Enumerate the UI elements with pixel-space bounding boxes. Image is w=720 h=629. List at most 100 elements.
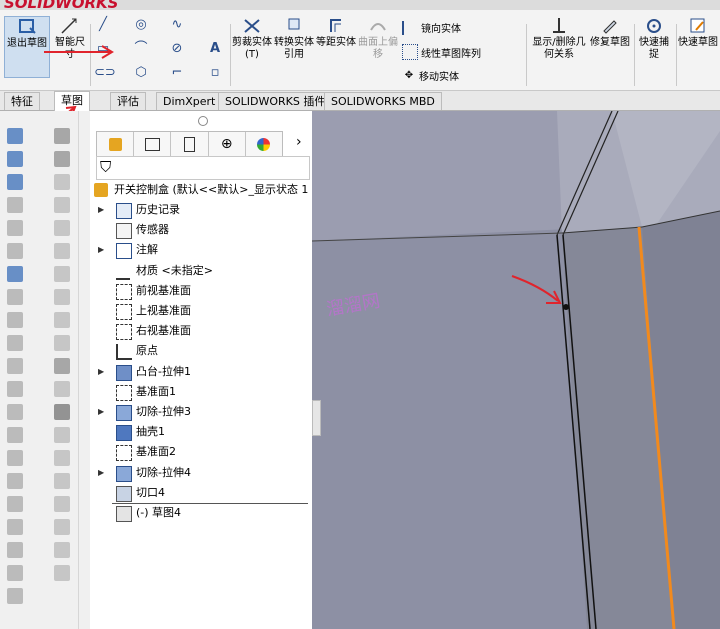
sketch-tool-icon[interactable] [54, 243, 70, 259]
sketch-tool-icon[interactable] [54, 450, 70, 466]
tab-feature-tree[interactable] [97, 132, 135, 156]
display-delete-relations-button[interactable]: 显示/删除几何关系 [532, 16, 586, 61]
tree-item[interactable]: 基准面1 [90, 382, 312, 402]
tab-features[interactable]: 特征 [4, 92, 40, 110]
sketch-tool-icon[interactable] [54, 381, 70, 397]
feature-tool-icon[interactable] [7, 588, 23, 604]
tab-evaluate[interactable]: 评估 [110, 92, 146, 110]
feature-tool-icon[interactable] [7, 174, 23, 190]
panel-collapse-handle[interactable] [312, 400, 321, 436]
convert-entities-button[interactable]: 转换实体引用 [274, 16, 314, 61]
graphics-viewport[interactable]: 溜溜网 ⊙ ⊕ ⊗ [312, 111, 720, 629]
feature-tool-icon[interactable] [7, 473, 23, 489]
rapid-sketch-button[interactable]: 快速草图 [678, 16, 718, 49]
feature-tool-icon[interactable] [7, 519, 23, 535]
feature-tool-icon[interactable] [7, 542, 23, 558]
expand-arrow-icon[interactable]: ▶ [98, 200, 104, 220]
feature-tool-icon[interactable] [7, 381, 23, 397]
feature-tool-icon[interactable] [7, 266, 23, 282]
tree-item[interactable]: 右视基准面 [90, 321, 312, 341]
quick-snaps-button[interactable]: 快速捕捉 [636, 16, 672, 61]
sketch-tool-icon[interactable] [54, 542, 70, 558]
tree-item[interactable]: 抽壳1 [90, 422, 312, 442]
feature-tool-icon[interactable] [7, 335, 23, 351]
sketch-tool-icon[interactable] [54, 473, 70, 489]
feature-tool-icon[interactable] [7, 450, 23, 466]
feature-tool-icon[interactable] [7, 427, 23, 443]
slot-icon[interactable]: ⊂⊃ [94, 64, 116, 82]
tree-item[interactable]: 上视基准面 [90, 301, 312, 321]
feature-tool-icon[interactable] [7, 151, 23, 167]
tree-item[interactable]: 基准面2 [90, 442, 312, 462]
expand-arrow-icon[interactable]: ▶ [98, 463, 104, 483]
sketch-tool-icon[interactable] [54, 220, 70, 236]
sketch-tool-icon[interactable] [54, 496, 70, 512]
tree-item[interactable]: 传感器 [90, 220, 312, 240]
trim-entities-button[interactable]: 剪裁实体(T) [232, 16, 272, 61]
surface-offset-button[interactable]: 曲面上偏移 [358, 16, 398, 61]
spline-icon[interactable]: ∿ [168, 16, 186, 34]
tab-addins[interactable]: SOLIDWORKS 插件 [218, 92, 333, 110]
expand-arrow-icon[interactable]: ▶ [98, 402, 104, 422]
tree-item[interactable]: ▶ 历史记录 [90, 200, 312, 220]
expand-arrow-icon[interactable]: ▶ [98, 240, 104, 260]
fillet-icon[interactable]: ⌐ [168, 64, 186, 82]
move-entities-button[interactable]: ✥ 移动实体 [402, 68, 459, 84]
feature-tool-icon[interactable] [7, 565, 23, 581]
linear-pattern-button[interactable]: 线性草图阵列 [402, 44, 481, 60]
tree-item[interactable]: ▶ 切除-拉伸3 [90, 402, 312, 422]
tab-mbd[interactable]: SOLIDWORKS MBD [324, 92, 442, 110]
sketch-tool-icon[interactable] [54, 335, 70, 351]
point-icon[interactable]: ▫ [206, 64, 224, 82]
tree-item[interactable]: 材质 <未指定> [90, 261, 312, 281]
tree-filter[interactable]: ⛉ [96, 156, 310, 180]
line-icon[interactable]: ╱ [94, 16, 112, 34]
feature-tool-icon[interactable] [7, 404, 23, 420]
repair-sketch-button[interactable]: 修复草图 [590, 16, 630, 49]
polygon-icon[interactable]: ⬡ [132, 64, 150, 82]
view-orientation-icon[interactable]: ⊗ [692, 111, 702, 113]
expand-arrow-icon[interactable]: ▶ [98, 362, 104, 382]
sketch-tool-icon[interactable] [54, 174, 70, 190]
sketch-tool-icon[interactable] [54, 151, 70, 167]
chevron-right-icon[interactable]: › [296, 134, 302, 150]
tree-item[interactable]: (-) 草图4 [90, 503, 312, 523]
tab-dimxpert-manager[interactable]: ⊕ [209, 132, 246, 156]
panel-pin-icon[interactable] [198, 116, 208, 126]
mirror-entities-button[interactable]: 镜向实体 [402, 20, 461, 35]
sketch-tool-icon[interactable] [54, 565, 70, 581]
tree-root[interactable]: 开关控制盒 (默认<<默认>_显示状态 1 [90, 180, 312, 200]
feature-tool-icon[interactable] [7, 197, 23, 213]
feature-tool-icon[interactable] [7, 220, 23, 236]
sketch-tool-icon[interactable] [54, 404, 70, 420]
sketch-tool-icon[interactable] [54, 519, 70, 535]
sketch-tool-icon[interactable] [54, 128, 70, 144]
sketch-tool-icon[interactable] [54, 312, 70, 328]
tree-item[interactable]: 前视基准面 [90, 281, 312, 301]
circle-icon[interactable]: ◎ [132, 16, 150, 34]
feature-tool-icon[interactable] [7, 358, 23, 374]
feature-tool-icon[interactable] [7, 243, 23, 259]
ellipse-icon[interactable]: ⊘ [168, 40, 186, 58]
tab-dimxpert[interactable]: DimXpert [156, 92, 223, 110]
tab-display-manager[interactable] [246, 132, 282, 156]
zoom-fit-icon[interactable]: ⊙ [660, 111, 670, 113]
tab-property-manager[interactable] [134, 132, 172, 156]
sketch-tool-icon[interactable] [54, 289, 70, 305]
tree-item[interactable]: 切口4 [90, 483, 312, 503]
feature-tool-icon[interactable] [7, 289, 23, 305]
sketch-tool-icon[interactable] [54, 197, 70, 213]
feature-tool-icon[interactable] [7, 128, 23, 144]
feature-tool-icon[interactable] [7, 312, 23, 328]
offset-entities-button[interactable]: 等距实体 [316, 16, 356, 49]
feature-tool-icon[interactable] [7, 496, 23, 512]
rollback-bar[interactable] [112, 503, 308, 504]
sketch-tool-icon[interactable] [54, 266, 70, 282]
sketch-tool-icon[interactable] [54, 358, 70, 374]
tree-item[interactable]: ▶ 注解 [90, 240, 312, 260]
zoom-area-icon[interactable]: ⊕ [676, 111, 686, 113]
sketch-tool-icon[interactable] [54, 427, 70, 443]
tab-configuration-manager[interactable] [171, 132, 209, 156]
tree-item[interactable]: ▶ 凸台-拉伸1 [90, 362, 312, 382]
text-icon[interactable]: A [206, 40, 224, 58]
